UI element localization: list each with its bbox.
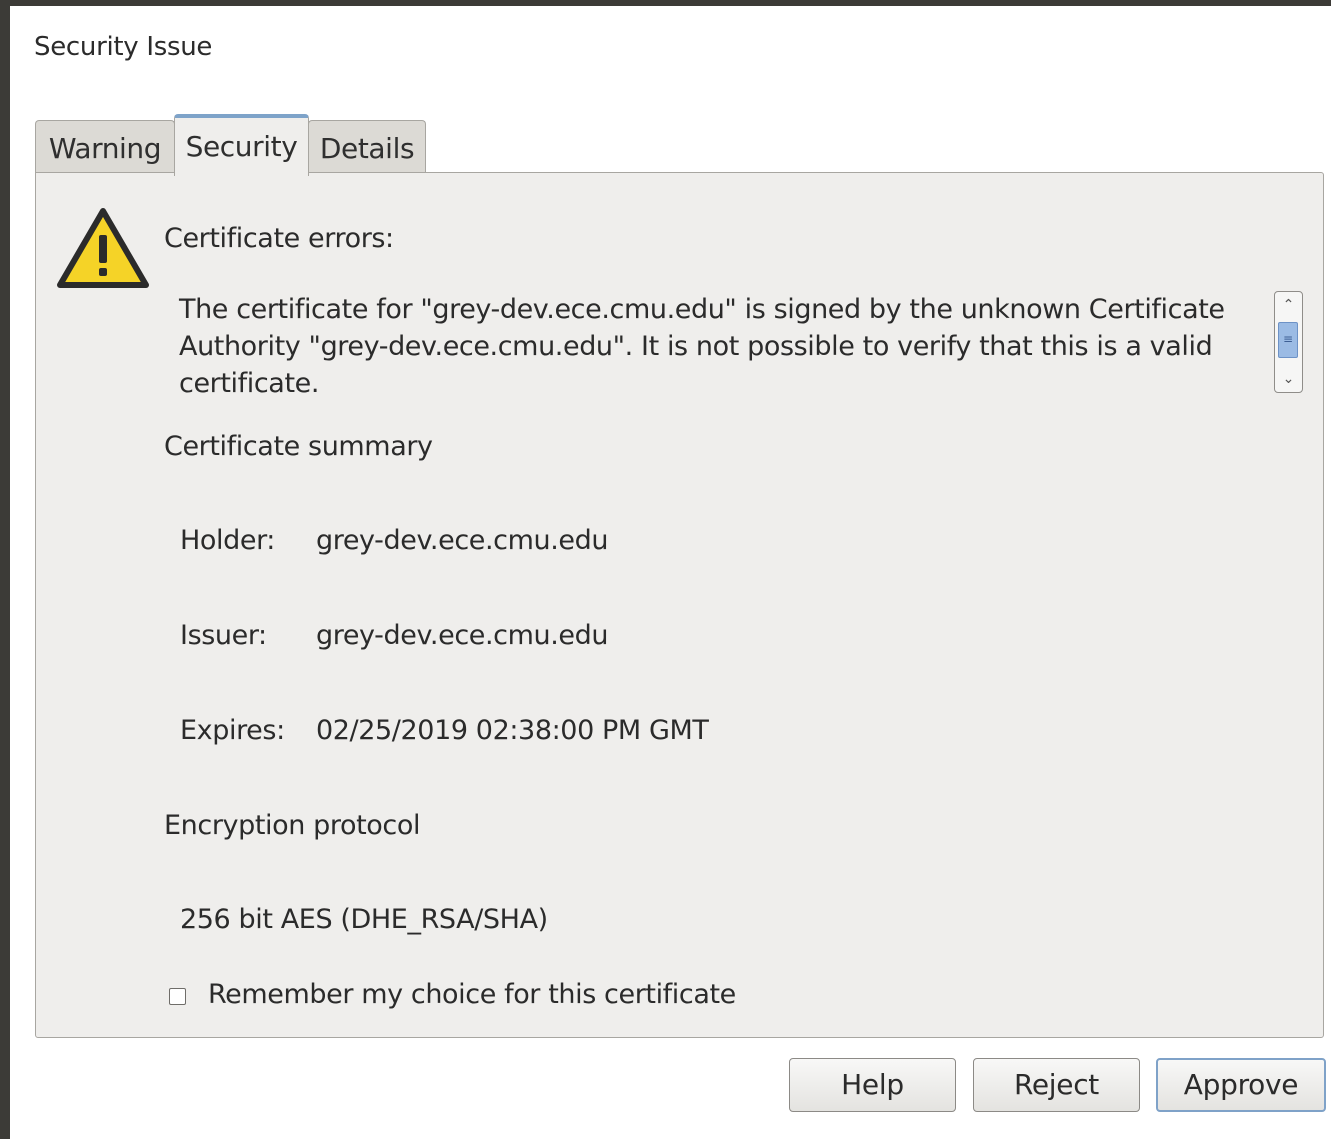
security-issue-dialog: Security Issue Warning Security Details …	[10, 6, 1331, 1139]
certificate-error-message: The certificate for "grey-dev.ece.cmu.ed…	[179, 294, 1225, 399]
issuer-label: Issuer:	[180, 620, 267, 651]
dialog-title: Security Issue	[34, 32, 213, 62]
scroll-up-icon[interactable]: ⌃	[1276, 294, 1301, 316]
approve-button[interactable]: Approve	[1156, 1058, 1326, 1112]
certificate-error-message-box: The certificate for "grey-dev.ece.cmu.ed…	[179, 291, 1259, 409]
issuer-value: grey-dev.ece.cmu.edu	[316, 620, 609, 651]
encryption-protocol-heading: Encryption protocol	[164, 810, 421, 841]
holder-label: Holder:	[180, 525, 275, 556]
encryption-protocol-value: 256 bit AES (DHE_RSA/SHA)	[180, 904, 548, 935]
expires-label: Expires:	[180, 715, 285, 746]
tab-security[interactable]: Security	[174, 114, 309, 176]
help-button[interactable]: Help	[789, 1058, 956, 1112]
expires-value: 02/25/2019 02:38:00 PM GMT	[316, 715, 709, 746]
security-tab-panel: Certificate errors: The certificate for …	[35, 172, 1324, 1038]
scrollbar-thumb[interactable]: ≡	[1278, 322, 1298, 358]
reject-button[interactable]: Reject	[973, 1058, 1140, 1112]
remember-choice-checkbox[interactable]	[169, 988, 186, 1005]
holder-value: grey-dev.ece.cmu.edu	[316, 525, 609, 556]
warning-triangle-icon	[57, 208, 149, 288]
certificate-summary-heading: Certificate summary	[164, 431, 433, 462]
error-message-scrollbar[interactable]: ⌃ ≡ ⌄	[1274, 291, 1303, 393]
certificate-errors-heading: Certificate errors:	[164, 223, 394, 254]
remember-choice-label[interactable]: Remember my choice for this certificate	[208, 979, 736, 1010]
tab-details[interactable]: Details	[308, 120, 426, 174]
scroll-down-icon[interactable]: ⌄	[1276, 368, 1301, 390]
tab-warning[interactable]: Warning	[35, 120, 175, 174]
